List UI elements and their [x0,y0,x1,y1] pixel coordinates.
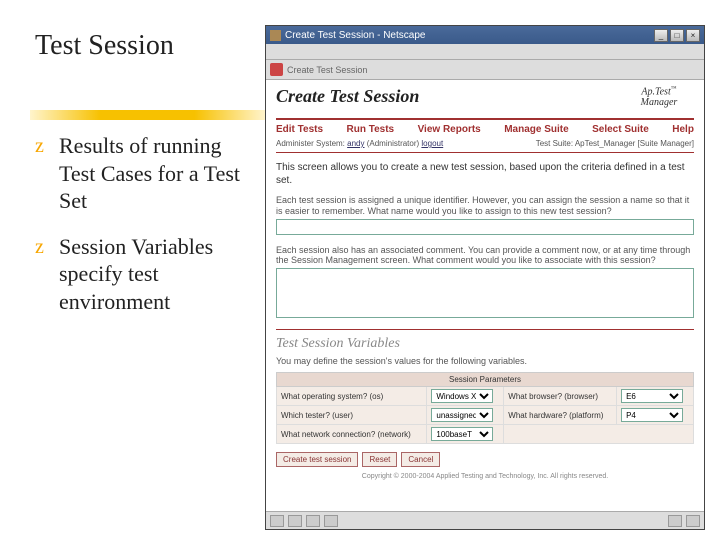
bullet-text: Session Variables specify test environme… [59,234,213,314]
suite-label: Test Suite: ApTest_Manager [Suite Manage… [536,139,694,148]
window-title: Create Test Session - Netscape [285,30,654,41]
maximize-button[interactable]: □ [670,29,684,42]
browser-window: Create Test Session - Netscape _ □ × Cre… [265,25,705,530]
browser-statusbar [266,511,704,529]
nav-edit-tests[interactable]: Edit Tests [276,124,323,135]
logo-top: Ap.Test [641,86,670,97]
nav-manage-suite[interactable]: Manage Suite [504,124,568,135]
os-select[interactable]: Windows XP [431,389,493,403]
param-label: What hardware? (platform) [504,406,617,425]
aptest-logo: Ap.Test™ Manager [624,86,694,114]
platform-select[interactable]: P4 [621,408,683,422]
intro-text: This screen allows you to create a new t… [276,161,694,187]
close-button[interactable]: × [686,29,700,42]
nav-help[interactable]: Help [672,124,694,135]
logo-bottom: Manager [641,97,678,108]
connection-icon[interactable] [686,515,700,527]
bullet-list: z Results of running Test Cases for a Te… [35,132,255,315]
status-icon[interactable] [306,515,320,527]
divider [276,118,694,120]
status-icon[interactable] [324,515,338,527]
window-titlebar[interactable]: Create Test Session - Netscape _ □ × [266,26,704,44]
page-heading: Create Test Session [276,86,419,107]
table-row: What network connection? (network) 100ba… [277,425,694,444]
nav-view-reports[interactable]: View Reports [418,124,481,135]
z-bullet-icon: z [35,134,44,159]
variables-heading: Test Session Variables [276,336,694,352]
variables-subtext: You may define the session's values for … [276,356,694,366]
role-label: (Administrator) [365,139,422,148]
bullet-item: z Results of running Test Cases for a Te… [35,132,255,215]
stop-icon[interactable] [270,63,283,76]
session-comment-textarea[interactable] [276,268,694,318]
comment-prompt: Each session also has an associated comm… [276,245,694,267]
network-select[interactable]: 100baseT [431,427,493,441]
param-label: What network connection? (network) [277,425,427,444]
main-nav: Edit Tests Run Tests View Reports Manage… [276,124,694,135]
session-parameters-table: Session Parameters What operating system… [276,372,694,444]
browser-toolbar: Create Test Session [266,60,704,80]
bullet-item: z Session Variables specify test environ… [35,233,255,316]
user-link[interactable]: andy [347,139,364,148]
user-select[interactable]: unassigned [431,408,493,422]
name-prompt: Each test session is assigned a unique i… [276,195,694,217]
divider [276,329,694,330]
table-header: Session Parameters [277,373,694,387]
nav-select-suite[interactable]: Select Suite [592,124,649,135]
status-icon[interactable] [288,515,302,527]
security-icon[interactable] [668,515,682,527]
param-label: What operating system? (os) [277,387,427,406]
reset-button[interactable]: Reset [362,452,397,467]
table-row: What operating system? (os) Windows XP W… [277,387,694,406]
sub-nav: Administer System: andy (Administrator) … [276,139,694,148]
session-name-input[interactable] [276,219,694,235]
browser-menubar[interactable] [266,44,704,60]
table-row: Which tester? (user) unassigned What har… [277,406,694,425]
toolbar-label: Create Test Session [287,65,367,75]
page-content: Create Test Session Ap.Test™ Manager Edi… [266,80,704,511]
cancel-button[interactable]: Cancel [401,452,440,467]
divider [276,152,694,153]
slide-title: Test Session [35,30,255,62]
z-bullet-icon: z [35,235,44,260]
copyright-text: Copyright © 2000-2004 Applied Testing an… [276,473,694,480]
param-label: What browser? (browser) [504,387,617,406]
logout-link[interactable]: logout [421,139,443,148]
param-label: Which tester? (user) [277,406,427,425]
status-icon[interactable] [270,515,284,527]
admin-label: Administer System: [276,139,347,148]
create-session-button[interactable]: Create test session [276,452,358,467]
minimize-button[interactable]: _ [654,29,668,42]
title-underline [30,110,265,120]
browser-select[interactable]: E6 [621,389,683,403]
app-icon [270,30,281,41]
nav-run-tests[interactable]: Run Tests [347,124,395,135]
bullet-text: Results of running Test Cases for a Test… [59,133,240,213]
